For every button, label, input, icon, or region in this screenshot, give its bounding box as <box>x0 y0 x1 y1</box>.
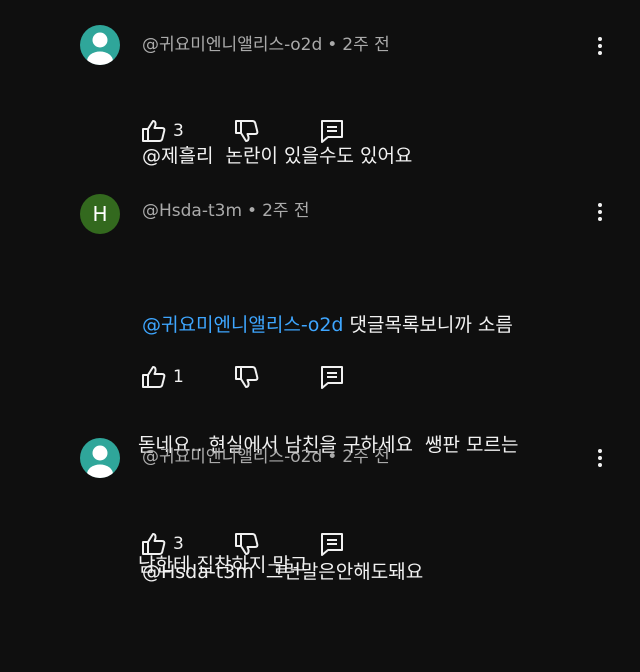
comment-time[interactable]: 2주 전 <box>262 201 310 221</box>
avatar-letter: H <box>92 202 108 226</box>
meta-separator: • <box>247 201 258 221</box>
comment: H @Hsda-t3m • 2주 전 @귀요미엔니앨리스-o2d 댓글목록보니까 소… <box>0 170 640 576</box>
dislike-button[interactable] <box>233 117 263 147</box>
reply-icon <box>321 533 343 556</box>
like-button[interactable]: 3 <box>140 530 190 560</box>
mention-link[interactable]: @귀요미엔니앨리스-o2d <box>142 314 343 336</box>
more-actions-button[interactable] <box>588 446 612 470</box>
comment-text-line: @귀요미엔니앨리스-o2d 댓글목록보니까 소름 <box>142 305 582 345</box>
author-name[interactable]: @귀요미엔니앨리스-o2d <box>142 447 322 467</box>
meta-separator: • <box>327 447 338 467</box>
comment-text-fragment: 댓글목록보니까 소름 <box>343 314 513 336</box>
like-count: 1 <box>173 367 184 387</box>
more-vertical-icon <box>598 449 602 467</box>
dislike-button[interactable] <box>233 530 263 560</box>
thumb-up-icon <box>142 366 166 388</box>
comment-actions: 1 <box>140 363 360 393</box>
reply-icon <box>321 120 343 143</box>
author-name[interactable]: @귀요미엔니앨리스-o2d <box>142 35 322 55</box>
reply-icon <box>321 366 343 389</box>
comment-time[interactable]: 2주 전 <box>342 35 390 55</box>
more-vertical-icon <box>598 37 602 55</box>
comment-time[interactable]: 2주 전 <box>342 447 390 467</box>
reply-button[interactable] <box>318 363 348 393</box>
comment-actions: 3 <box>140 530 360 560</box>
comment: @귀요미엔니앨리스-o2d • 2주 전 @Hsda-t3m 그런말은안해도돼요 3 <box>0 420 640 583</box>
thumb-down-icon <box>235 366 259 388</box>
thumb-up-icon <box>142 533 166 555</box>
meta-separator: • <box>327 35 338 55</box>
author-avatar[interactable] <box>80 438 120 478</box>
reply-button[interactable] <box>318 117 348 147</box>
thumb-down-icon <box>235 120 259 142</box>
more-actions-button[interactable] <box>588 200 612 224</box>
comment-text: @Hsda-t3m 그런말은안해도돼요 <box>142 472 582 672</box>
author-name[interactable]: @Hsda-t3m <box>142 201 242 221</box>
author-avatar[interactable] <box>80 25 120 65</box>
comment-meta: @귀요미엔니앨리스-o2d • 2주 전 <box>142 442 390 467</box>
comment-meta: @귀요미엔니앨리스-o2d • 2주 전 <box>142 30 390 55</box>
comment-meta: @Hsda-t3m • 2주 전 <box>142 196 310 221</box>
comment-actions: 3 <box>140 117 360 147</box>
thumb-down-icon <box>235 533 259 555</box>
like-button[interactable]: 1 <box>140 363 190 393</box>
like-count: 3 <box>173 534 184 554</box>
reply-button[interactable] <box>318 530 348 560</box>
thumb-up-icon <box>142 120 166 142</box>
default-avatar-icon <box>87 32 113 65</box>
more-actions-button[interactable] <box>588 34 612 58</box>
dislike-button[interactable] <box>233 363 263 393</box>
author-avatar[interactable]: H <box>80 194 120 234</box>
like-count: 3 <box>173 121 184 141</box>
comment: @귀요미엔니앨리스-o2d • 2주 전 @제흘리 논란이 있을수도 있어요 3 <box>0 0 640 167</box>
more-vertical-icon <box>598 203 602 221</box>
default-avatar-icon <box>87 445 113 478</box>
like-button[interactable]: 3 <box>140 117 190 147</box>
